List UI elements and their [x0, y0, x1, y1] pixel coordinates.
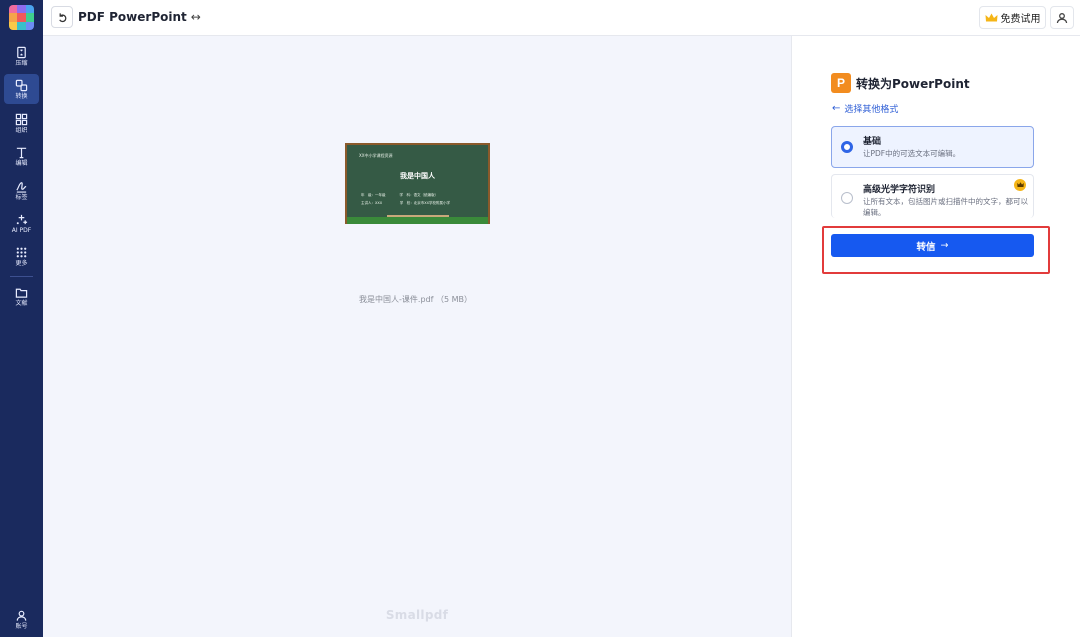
choose-other-format-link[interactable]: ← 选择其他格式 — [832, 102, 898, 115]
convert-button-label: 转信 — [916, 241, 936, 253]
option-basic[interactable]: 基础 让PDF中的可选文本可编辑。 — [831, 126, 1034, 168]
sidebar-item-compress[interactable]: 压缩 — [4, 41, 39, 71]
brand-watermark: Smallpdf — [385, 608, 449, 622]
more-grid-icon — [16, 247, 27, 257]
page-title-text: PDF PowerPoint — [78, 10, 187, 24]
slide-line: 主讲人：XXX 学 校：北京市XX学校附属小学 — [361, 201, 450, 205]
sidebar-item-label: 文献 — [15, 299, 28, 307]
text-edit-icon — [16, 147, 27, 158]
option-description: 让所有文本，包括图片或扫描件中的文字，都可以编辑。 — [863, 197, 1028, 217]
account-icon — [16, 610, 27, 621]
powerpoint-icon: P — [831, 73, 851, 93]
sidebar-item-label: 编辑 — [15, 159, 28, 167]
sidebar-item-account[interactable]: 账号 — [4, 604, 39, 634]
sidebar-divider — [10, 276, 33, 277]
choose-other-format-label: 选择其他格式 — [844, 105, 899, 115]
option-advanced-ocr[interactable]: 高级光学字符识别 让所有文本，包括图片或扫描件中的文字，都可以编辑。 — [831, 174, 1034, 218]
sidebar-item-label: AI PDF — [11, 226, 32, 234]
sidebar-item-label: 更多 — [15, 259, 28, 267]
option-title: 基础 — [863, 137, 882, 147]
file-thumbnail[interactable]: XX中小学课程资源 我是中国人 年 级：一年级 学 科：语文（统编版） 主讲人：… — [345, 143, 490, 224]
preview-area: XX中小学课程资源 我是中国人 年 级：一年级 学 科：语文（统编版） 主讲人：… — [43, 36, 791, 637]
panel-title: 转换为PowerPoint — [856, 77, 970, 91]
sidebar-item-edit[interactable]: 编辑 — [4, 141, 39, 171]
organize-icon — [15, 113, 28, 125]
compress-icon — [17, 46, 26, 58]
sidebar-item-label: 标签 — [15, 193, 28, 201]
sidebar-item-sign[interactable]: 标签 — [4, 175, 39, 205]
option-title: 高级光学字符识别 — [863, 185, 936, 195]
sidebar-item-label: 压缩 — [15, 59, 28, 67]
conversion-panel: P 转换为PowerPoint ← 选择其他格式 基础 让PDF中的可选文本可编… — [791, 36, 1080, 637]
radio-basic[interactable] — [841, 141, 853, 153]
arrow-left-icon: ← — [832, 103, 841, 114]
ai-sparkle-icon — [16, 214, 28, 224]
free-trial-button[interactable]: 免费试用 — [979, 6, 1046, 29]
sidebar-item-label: 组织 — [15, 126, 28, 134]
radio-advanced-ocr[interactable] — [841, 192, 853, 204]
slide-grass — [347, 217, 488, 224]
page-title: PDF PowerPoint ↔ — [78, 10, 201, 24]
convert-icon — [15, 79, 28, 91]
sidebar-item-organize[interactable]: 组织 — [4, 108, 39, 138]
undo-icon — [58, 12, 66, 22]
premium-crown-icon — [1014, 179, 1026, 191]
slide-title: 我是中国人 — [400, 172, 435, 180]
slide-line: 年 级：一年级 学 科：语文（统编版） — [361, 193, 438, 197]
top-bar: PDF PowerPoint ↔ 免费试用 — [43, 0, 1080, 36]
sidebar-item-ai-pdf[interactable]: AI PDF — [4, 208, 39, 238]
file-name: 我是中国人-课件.pdf （5 MB） — [359, 295, 472, 304]
undo-button[interactable] — [51, 6, 73, 28]
crown-icon — [985, 13, 997, 21]
sidebar-item-convert[interactable]: 转换 — [4, 74, 39, 104]
swap-icon[interactable]: ↔ — [191, 10, 201, 24]
sidebar-item-label: 转换 — [15, 92, 28, 100]
sidebar: 压缩 转换 组织 编辑 标签 AI PDF 更多 文献 账号 — [0, 0, 43, 637]
folder-icon — [15, 288, 28, 298]
arrow-right-icon: → — [940, 240, 949, 251]
sign-icon — [16, 181, 27, 193]
user-icon — [1056, 12, 1068, 23]
slide-header: XX中小学课程资源 — [359, 153, 393, 158]
convert-button[interactable]: 转信 → — [831, 234, 1034, 257]
sidebar-item-more[interactable]: 更多 — [4, 241, 39, 271]
user-button[interactable] — [1050, 6, 1074, 29]
sidebar-item-documents[interactable]: 文献 — [4, 281, 39, 311]
sidebar-item-label: 账号 — [15, 622, 28, 630]
free-trial-label: 免费试用 — [1000, 14, 1041, 25]
option-description: 让PDF中的可选文本可编辑。 — [863, 149, 961, 158]
app-logo[interactable] — [9, 5, 34, 30]
